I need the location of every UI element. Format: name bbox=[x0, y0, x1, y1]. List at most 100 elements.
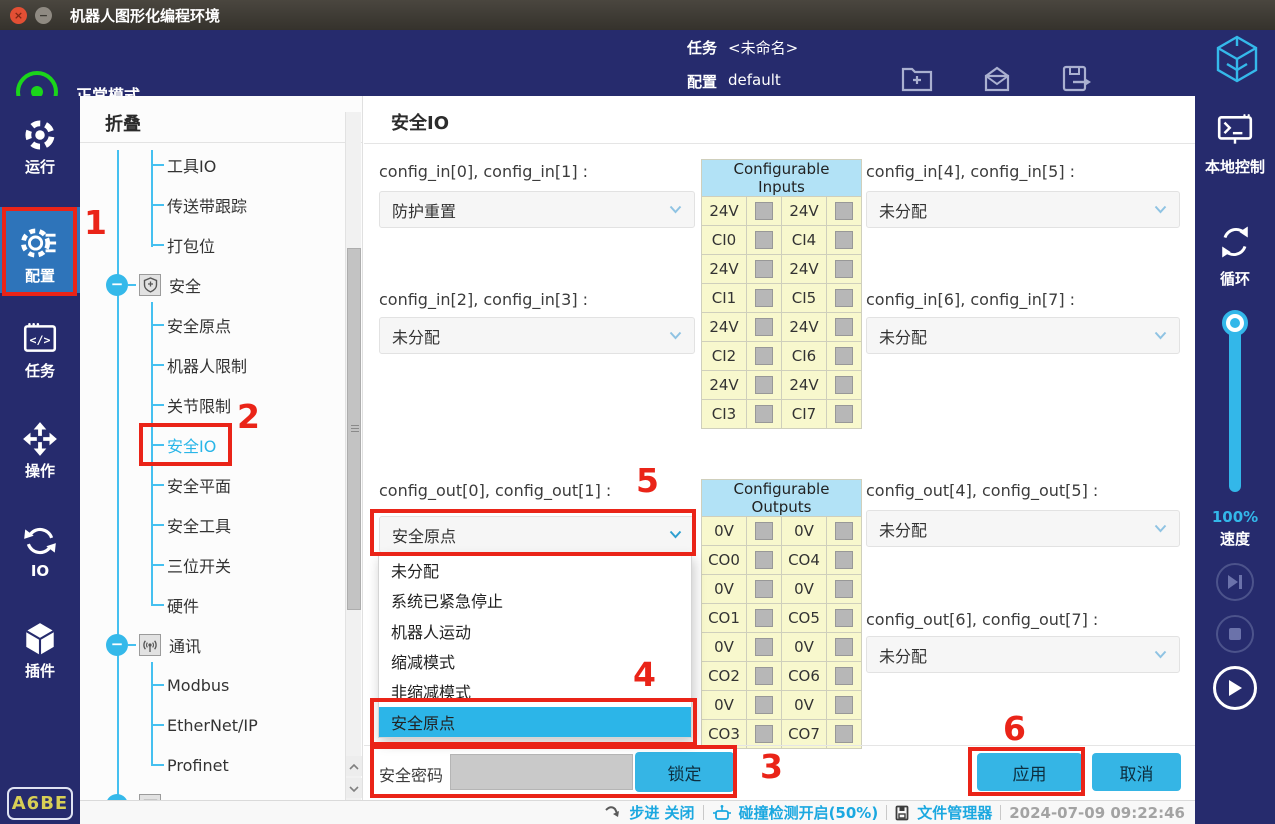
select-config-out01[interactable]: 安全原点 bbox=[379, 516, 695, 553]
loop-icon[interactable] bbox=[1215, 222, 1255, 262]
sidebar-item-config[interactable]: 配置 bbox=[0, 207, 80, 293]
apply-button[interactable]: 应用 bbox=[977, 753, 1082, 791]
io-checkbox[interactable] bbox=[755, 202, 773, 220]
tree-item[interactable]: 打包位 bbox=[151, 233, 215, 257]
tree-item[interactable]: 安全工具 bbox=[151, 513, 231, 537]
select-config-in45[interactable]: 未分配 bbox=[866, 191, 1180, 228]
io-checkbox[interactable] bbox=[835, 202, 853, 220]
tree-item[interactable]: 机器人限制 bbox=[151, 353, 247, 377]
tree-item[interactable]: 工具IO bbox=[151, 153, 216, 177]
io-checkbox-cell bbox=[747, 400, 782, 429]
io-checkbox[interactable] bbox=[835, 522, 853, 540]
tree-item[interactable]: Modbus bbox=[151, 673, 229, 697]
io-checkbox[interactable] bbox=[755, 376, 773, 394]
io-checkbox[interactable] bbox=[755, 405, 773, 423]
minimize-icon[interactable]: − bbox=[35, 7, 52, 24]
dropdown-option[interactable]: 安全原点 bbox=[379, 707, 691, 737]
tree-connector bbox=[151, 724, 164, 726]
config-out01-dropdown-list: 未分配系统已紧急停止机器人运动缩减模式非缩减模式安全原点 bbox=[378, 554, 692, 738]
close-icon[interactable]: × bbox=[10, 7, 27, 24]
loop-label: 循环 bbox=[1195, 268, 1275, 289]
tree-item[interactable]: 传送带跟踪 bbox=[151, 193, 247, 217]
io-checkbox[interactable] bbox=[755, 638, 773, 656]
io-checkbox[interactable] bbox=[835, 405, 853, 423]
tree-item[interactable]: EtherNet/IP bbox=[151, 713, 258, 737]
tree-collapse-toggle[interactable]: − bbox=[106, 634, 128, 656]
select-config-in23[interactable]: 未分配 bbox=[379, 317, 695, 354]
dropdown-option[interactable]: 未分配 bbox=[379, 555, 691, 585]
sidebar-item-run[interactable]: 运行 bbox=[0, 110, 80, 177]
tree-item[interactable]: 三位开关 bbox=[151, 553, 231, 577]
io-checkbox[interactable] bbox=[835, 667, 853, 685]
robot-id-badge[interactable]: A6BE bbox=[7, 787, 73, 820]
tree-item[interactable]: 安全平面 bbox=[151, 473, 231, 497]
tree-item[interactable]: 安全IO bbox=[151, 433, 216, 457]
io-checkbox[interactable] bbox=[835, 551, 853, 569]
scroll-down-icon[interactable] bbox=[346, 778, 362, 798]
io-checkbox[interactable] bbox=[755, 667, 773, 685]
tree-item-partial[interactable]: − bbox=[106, 793, 161, 800]
tree-item[interactable]: Profinet bbox=[151, 753, 229, 777]
io-checkbox[interactable] bbox=[755, 725, 773, 743]
password-input[interactable] bbox=[450, 754, 633, 790]
io-checkbox[interactable] bbox=[835, 696, 853, 714]
chevron-down-icon bbox=[1154, 524, 1167, 533]
tree-scrollbar[interactable] bbox=[345, 112, 361, 800]
io-checkbox[interactable] bbox=[755, 551, 773, 569]
tree-item[interactable]: 硬件 bbox=[151, 593, 199, 617]
scrollbar-thumb[interactable] bbox=[347, 248, 361, 610]
speed-slider-thumb[interactable] bbox=[1222, 310, 1248, 336]
collision-status[interactable]: 碰撞检测开启(50%) bbox=[739, 802, 879, 823]
io-checkbox[interactable] bbox=[755, 609, 773, 627]
tree-item[interactable]: −安全 bbox=[106, 273, 201, 297]
io-checkbox[interactable] bbox=[755, 289, 773, 307]
table-row: 24V24V bbox=[702, 313, 862, 342]
tree-collapse-toggle[interactable]: − bbox=[106, 274, 128, 296]
io-checkbox[interactable] bbox=[755, 522, 773, 540]
select-config-in01[interactable]: 防护重置 bbox=[379, 191, 695, 228]
io-checkbox[interactable] bbox=[835, 609, 853, 627]
dropdown-option[interactable]: 系统已紧急停止 bbox=[379, 585, 691, 615]
divider bbox=[364, 745, 1196, 746]
io-checkbox[interactable] bbox=[755, 347, 773, 365]
sidebar-item-io[interactable]: IO bbox=[0, 516, 80, 580]
cancel-button[interactable]: 取消 bbox=[1092, 753, 1181, 791]
play-button[interactable] bbox=[1213, 666, 1257, 710]
tree-collapse-header[interactable]: 折叠 bbox=[105, 110, 141, 136]
io-checkbox[interactable] bbox=[755, 318, 773, 336]
skip-next-button[interactable] bbox=[1216, 563, 1254, 601]
skip-next-icon bbox=[1226, 574, 1244, 590]
io-checkbox[interactable] bbox=[755, 696, 773, 714]
io-checkbox[interactable] bbox=[835, 347, 853, 365]
select-config-in67[interactable]: 未分配 bbox=[866, 317, 1180, 354]
io-checkbox[interactable] bbox=[755, 260, 773, 278]
io-checkbox[interactable] bbox=[835, 725, 853, 743]
io-checkbox[interactable] bbox=[835, 376, 853, 394]
sidebar-item-label: 插件 bbox=[0, 660, 80, 681]
select-config-out45[interactable]: 未分配 bbox=[866, 510, 1180, 547]
select-config-out67[interactable]: 未分配 bbox=[866, 636, 1180, 673]
step-status[interactable]: 步进 关闭 bbox=[629, 802, 694, 823]
io-checkbox[interactable] bbox=[835, 260, 853, 278]
io-checkbox[interactable] bbox=[835, 580, 853, 598]
io-checkbox[interactable] bbox=[755, 231, 773, 249]
local-control-icon[interactable] bbox=[1215, 112, 1255, 148]
tree-item[interactable]: 关节限制 bbox=[151, 393, 231, 417]
stop-button[interactable] bbox=[1216, 615, 1254, 653]
dropdown-option[interactable]: 机器人运动 bbox=[379, 616, 691, 646]
io-checkbox[interactable] bbox=[835, 289, 853, 307]
io-checkbox[interactable] bbox=[835, 318, 853, 336]
io-checkbox[interactable] bbox=[835, 638, 853, 656]
io-checkbox[interactable] bbox=[835, 231, 853, 249]
sidebar-item-plugin[interactable]: 插件 bbox=[0, 614, 80, 681]
sidebar-item-task[interactable]: </> 任务 bbox=[0, 314, 80, 381]
tree-item[interactable]: −通讯 bbox=[106, 633, 201, 657]
scroll-up-icon[interactable] bbox=[346, 756, 362, 776]
file-manager-link[interactable]: 文件管理器 bbox=[917, 802, 992, 823]
lock-button[interactable]: 锁定 bbox=[635, 752, 734, 792]
tree-item[interactable]: 安全原点 bbox=[151, 313, 231, 337]
speed-slider-track[interactable] bbox=[1229, 320, 1241, 492]
sidebar-item-operate[interactable]: 操作 bbox=[0, 414, 80, 481]
io-checkbox[interactable] bbox=[755, 580, 773, 598]
tree-connector bbox=[151, 404, 164, 406]
